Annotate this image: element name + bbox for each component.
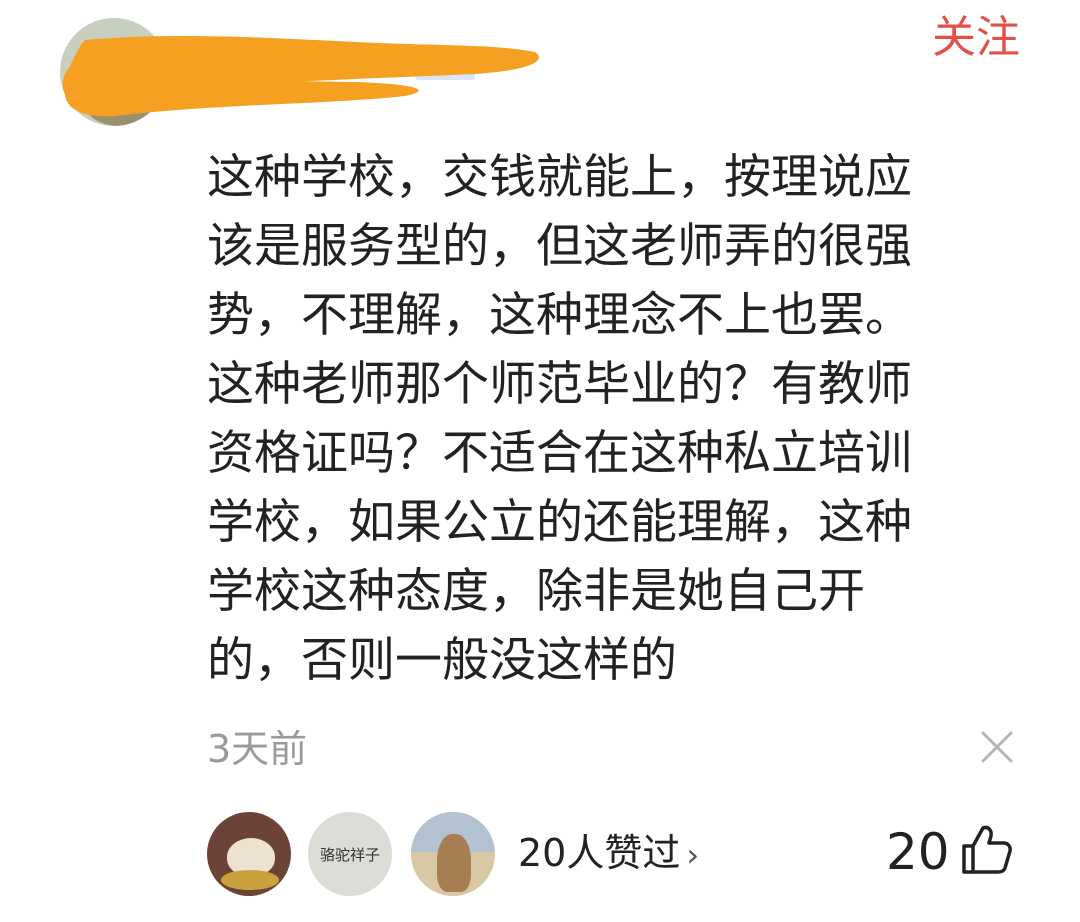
comment-timestamp: 3天前	[207, 727, 308, 771]
liker-avatar-2[interactable]: 骆驼祥子	[308, 812, 392, 896]
avatar-cat	[437, 834, 471, 892]
user-badge	[415, 66, 475, 80]
close-icon[interactable]	[980, 730, 1014, 764]
avatar-figure-base	[221, 870, 279, 890]
likes-summary-text: 20人赞过	[518, 831, 681, 875]
follow-button[interactable]: 关注	[932, 10, 1020, 66]
like-count: 20	[886, 823, 950, 881]
commenter-avatar[interactable]	[60, 18, 168, 126]
liker-avatar-3[interactable]	[411, 812, 495, 896]
likes-summary-link[interactable]: 20人赞过 ›	[518, 828, 699, 880]
liker-avatar-1[interactable]	[207, 812, 291, 896]
liker-avatar-text: 骆驼祥子	[319, 845, 380, 864]
comment-text: 这种学校，交钱就能上，按理说应 该是服务型的，但这老师弄的很强 势，不理解，这种…	[207, 150, 912, 688]
avatar-shade	[84, 78, 154, 126]
thumbs-up-icon[interactable]	[958, 822, 1014, 878]
chevron-right-icon: ›	[686, 836, 700, 874]
